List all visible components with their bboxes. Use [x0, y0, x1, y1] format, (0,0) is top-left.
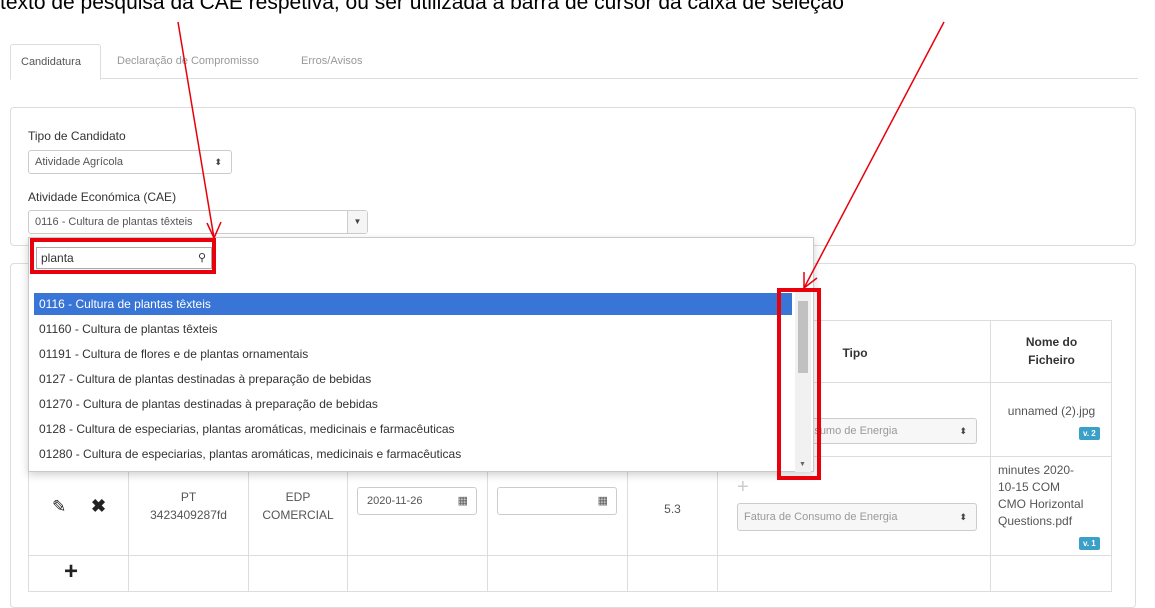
- annotation-arrows: [177, 21, 945, 290]
- arrow-line-scrollbar: [803, 21, 945, 289]
- arrow-line-search: [177, 21, 215, 239]
